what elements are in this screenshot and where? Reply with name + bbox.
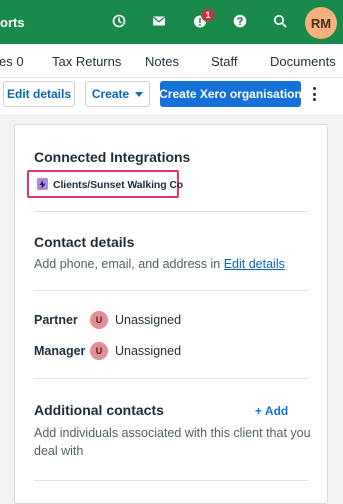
edit-details-link[interactable]: Edit details — [224, 257, 285, 271]
manager-value[interactable]: Unassigned — [115, 344, 181, 358]
integration-item[interactable]: Clients/Sunset Walking Co — [27, 170, 183, 198]
app-brand-title[interactable]: orts — [0, 15, 25, 30]
contact-details-description: Add phone, email, and address in — [34, 257, 224, 271]
partner-label: Partner — [34, 313, 78, 327]
top-navigation-bar: orts 1 RM — [0, 0, 343, 44]
divider — [34, 290, 308, 291]
help-icon[interactable] — [229, 10, 251, 32]
tab-partial[interactable]: es 0 — [0, 54, 24, 69]
create-dropdown-button[interactable]: Create — [85, 81, 150, 107]
client-tabs: es 0 Tax Returns Notes Staff Documents — [0, 44, 343, 78]
additional-contacts-title: Additional contacts — [34, 402, 164, 418]
tab-notes[interactable]: Notes — [145, 54, 179, 69]
action-toolbar: Edit details Create Create Xero organisa… — [0, 78, 343, 114]
create-xero-organisation-button[interactable]: Create Xero organisation — [159, 81, 302, 107]
user-avatar[interactable]: RM — [305, 7, 337, 39]
additional-contacts-line1: Add individuals associated with this cli… — [34, 426, 311, 440]
search-icon[interactable] — [269, 10, 291, 32]
manager-avatar: U — [90, 342, 108, 360]
manager-label: Manager — [34, 344, 86, 358]
divider — [34, 211, 308, 212]
contact-details-text: Add phone, email, and address in Edit de… — [34, 255, 285, 273]
clock-icon[interactable] — [108, 10, 130, 32]
chevron-down-icon — [135, 91, 144, 97]
tab-staff[interactable]: Staff — [211, 54, 238, 69]
edit-details-button[interactable]: Edit details — [3, 81, 75, 107]
divider — [34, 378, 308, 379]
create-xero-label: Create Xero organisation — [159, 87, 302, 101]
create-label: Create — [91, 87, 130, 101]
tab-tax-returns[interactable]: Tax Returns — [52, 54, 121, 69]
mail-icon[interactable] — [148, 10, 170, 32]
partner-value[interactable]: Unassigned — [115, 313, 181, 327]
tab-documents[interactable]: Documents — [270, 54, 336, 69]
more-options-icon[interactable] — [310, 85, 318, 103]
contact-details-title: Contact details — [34, 234, 135, 250]
add-contact-button[interactable]: + Add — [255, 404, 288, 418]
connected-integrations-title: Connected Integrations — [34, 149, 191, 165]
partner-avatar: U — [90, 311, 108, 329]
edit-details-label: Edit details — [6, 87, 71, 101]
notification-count-badge: 1 — [201, 8, 215, 22]
lightning-icon — [37, 178, 48, 190]
integration-label: Clients/Sunset Walking Co — [53, 179, 184, 191]
client-summary-panel: Connected Integrations Clients/Sunset Wa… — [14, 124, 328, 504]
additional-contacts-line2: deal with — [34, 444, 84, 458]
divider — [34, 480, 308, 481]
